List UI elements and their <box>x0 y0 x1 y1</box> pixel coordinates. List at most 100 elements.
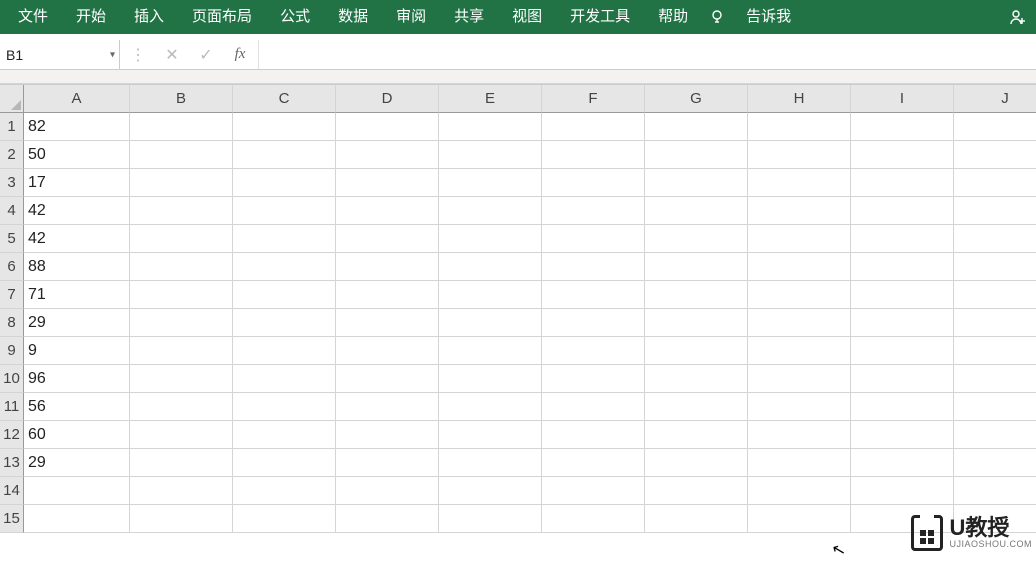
cell-C8[interactable] <box>233 309 336 337</box>
cell-B4[interactable] <box>130 197 233 225</box>
cell-B10[interactable] <box>130 365 233 393</box>
cell-H1[interactable] <box>748 113 851 141</box>
cell-J5[interactable] <box>954 225 1036 253</box>
row-header-6[interactable]: 6 <box>0 253 24 281</box>
cell-H5[interactable] <box>748 225 851 253</box>
cell-B8[interactable] <box>130 309 233 337</box>
cell-A7[interactable]: 71 <box>24 281 130 309</box>
row-header-9[interactable]: 9 <box>0 337 24 365</box>
row-header-10[interactable]: 10 <box>0 365 24 393</box>
spreadsheet-grid[interactable]: ABCDEFGHIJ182250317442542688771829991096… <box>0 84 1036 533</box>
cell-A9[interactable]: 9 <box>24 337 130 365</box>
cell-G7[interactable] <box>645 281 748 309</box>
cell-B1[interactable] <box>130 113 233 141</box>
cell-D9[interactable] <box>336 337 439 365</box>
cell-F13[interactable] <box>542 449 645 477</box>
cell-I7[interactable] <box>851 281 954 309</box>
cell-I5[interactable] <box>851 225 954 253</box>
cell-B6[interactable] <box>130 253 233 281</box>
cell-G4[interactable] <box>645 197 748 225</box>
row-header-1[interactable]: 1 <box>0 113 24 141</box>
row-header-7[interactable]: 7 <box>0 281 24 309</box>
cell-B14[interactable] <box>130 477 233 505</box>
cell-F7[interactable] <box>542 281 645 309</box>
cell-J8[interactable] <box>954 309 1036 337</box>
cell-D10[interactable] <box>336 365 439 393</box>
cell-H4[interactable] <box>748 197 851 225</box>
row-header-15[interactable]: 15 <box>0 505 24 533</box>
row-header-11[interactable]: 11 <box>0 393 24 421</box>
cell-H10[interactable] <box>748 365 851 393</box>
row-header-12[interactable]: 12 <box>0 421 24 449</box>
fx-icon[interactable]: fx <box>230 46 250 63</box>
cell-C7[interactable] <box>233 281 336 309</box>
cell-J4[interactable] <box>954 197 1036 225</box>
cell-F11[interactable] <box>542 393 645 421</box>
row-header-2[interactable]: 2 <box>0 141 24 169</box>
tab-insert[interactable]: 插入 <box>120 0 178 34</box>
name-box[interactable]: B1 ▾ <box>0 40 120 69</box>
cell-D15[interactable] <box>336 505 439 533</box>
cell-G14[interactable] <box>645 477 748 505</box>
row-header-8[interactable]: 8 <box>0 309 24 337</box>
cell-F8[interactable] <box>542 309 645 337</box>
column-header-D[interactable]: D <box>336 85 439 113</box>
cell-G8[interactable] <box>645 309 748 337</box>
tab-review[interactable]: 审阅 <box>382 0 440 34</box>
cell-C12[interactable] <box>233 421 336 449</box>
cell-B11[interactable] <box>130 393 233 421</box>
cell-B9[interactable] <box>130 337 233 365</box>
cell-G11[interactable] <box>645 393 748 421</box>
cell-H6[interactable] <box>748 253 851 281</box>
cell-A2[interactable]: 50 <box>24 141 130 169</box>
cell-I13[interactable] <box>851 449 954 477</box>
cell-H11[interactable] <box>748 393 851 421</box>
cell-E10[interactable] <box>439 365 542 393</box>
cell-H12[interactable] <box>748 421 851 449</box>
row-header-13[interactable]: 13 <box>0 449 24 477</box>
tab-home[interactable]: 开始 <box>62 0 120 34</box>
column-header-A[interactable]: A <box>24 85 130 113</box>
cell-J13[interactable] <box>954 449 1036 477</box>
cell-D1[interactable] <box>336 113 439 141</box>
cell-C2[interactable] <box>233 141 336 169</box>
cell-F4[interactable] <box>542 197 645 225</box>
cell-J2[interactable] <box>954 141 1036 169</box>
cell-C6[interactable] <box>233 253 336 281</box>
cell-B15[interactable] <box>130 505 233 533</box>
cell-A12[interactable]: 60 <box>24 421 130 449</box>
cell-F14[interactable] <box>542 477 645 505</box>
cell-H7[interactable] <box>748 281 851 309</box>
cell-B7[interactable] <box>130 281 233 309</box>
row-header-3[interactable]: 3 <box>0 169 24 197</box>
cell-C13[interactable] <box>233 449 336 477</box>
formula-input[interactable] <box>259 40 1036 69</box>
cell-C15[interactable] <box>233 505 336 533</box>
cell-D6[interactable] <box>336 253 439 281</box>
cell-E9[interactable] <box>439 337 542 365</box>
cell-H3[interactable] <box>748 169 851 197</box>
cell-C11[interactable] <box>233 393 336 421</box>
cell-A3[interactable]: 17 <box>24 169 130 197</box>
cell-I14[interactable] <box>851 477 954 505</box>
chevron-down-icon[interactable]: ▾ <box>110 49 115 60</box>
cell-D7[interactable] <box>336 281 439 309</box>
cell-I1[interactable] <box>851 113 954 141</box>
cell-D14[interactable] <box>336 477 439 505</box>
cell-C5[interactable] <box>233 225 336 253</box>
cell-A15[interactable] <box>24 505 130 533</box>
cell-I2[interactable] <box>851 141 954 169</box>
cell-G9[interactable] <box>645 337 748 365</box>
cell-A11[interactable]: 56 <box>24 393 130 421</box>
cell-J11[interactable] <box>954 393 1036 421</box>
cell-F2[interactable] <box>542 141 645 169</box>
cell-C10[interactable] <box>233 365 336 393</box>
cell-H2[interactable] <box>748 141 851 169</box>
cell-I12[interactable] <box>851 421 954 449</box>
cell-C1[interactable] <box>233 113 336 141</box>
cell-G5[interactable] <box>645 225 748 253</box>
cell-F5[interactable] <box>542 225 645 253</box>
lightbulb-icon[interactable] <box>702 0 732 34</box>
cell-A14[interactable] <box>24 477 130 505</box>
cell-F12[interactable] <box>542 421 645 449</box>
